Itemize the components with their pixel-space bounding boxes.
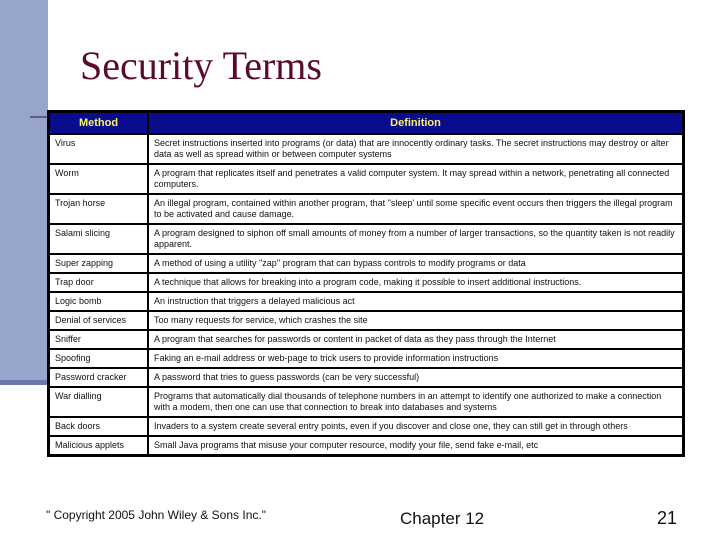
table-row: Password cracker A password that tries to… xyxy=(47,367,685,388)
accent-line xyxy=(30,116,48,118)
copyright-footer: " Copyright 2005 John Wiley & Sons Inc." xyxy=(46,508,266,522)
definition-cell: A method of using a utility "zap'' progr… xyxy=(147,253,685,274)
table-row: Spoofing Faking an e-mail address or web-… xyxy=(47,348,685,369)
definition-cell: A program that replicates itself and pen… xyxy=(147,163,685,195)
table-row: Logic bomb An instruction that triggers a… xyxy=(47,291,685,312)
column-header-method: Method xyxy=(47,110,149,135)
method-cell: Denial of services xyxy=(47,310,149,331)
sidebar-decoration xyxy=(0,0,48,380)
security-terms-table: Method Definition Virus Secret instructio… xyxy=(47,110,685,457)
definition-cell: Secret instructions inserted into progra… xyxy=(147,133,685,165)
table-row: Super zapping A method of using a utility… xyxy=(47,253,685,274)
page-number: 21 xyxy=(657,508,678,528)
method-cell: Trojan horse xyxy=(47,193,149,225)
table-row: Malicious applets Small Java programs tha… xyxy=(47,435,685,457)
method-cell: Back doors xyxy=(47,416,149,437)
slide-title: Security Terms xyxy=(80,43,322,88)
table-row: Virus Secret instructions inserted into p… xyxy=(47,133,685,165)
definition-cell: Small Java programs that misuse your com… xyxy=(147,435,685,457)
table-row: Worm A program that replicates itself and… xyxy=(47,163,685,195)
definition-cell: A program that searches for passwords or… xyxy=(147,329,685,350)
method-cell: Super zapping xyxy=(47,253,149,274)
definition-cell: Too many requests for service, which cra… xyxy=(147,310,685,331)
table-row: Back doors Invaders to a system create se… xyxy=(47,416,685,437)
column-header-definition: Definition xyxy=(147,110,685,135)
table-row: War dialling Programs that automatically … xyxy=(47,386,685,418)
definition-cell: An illegal program, contained within ano… xyxy=(147,193,685,225)
table-row: Trojan horse An illegal program, containe… xyxy=(47,193,685,225)
definition-cell: Faking an e-mail address or web-page to … xyxy=(147,348,685,369)
table-header-row: Method Definition xyxy=(47,110,685,135)
method-cell: Trap door xyxy=(47,272,149,293)
chapter-label: Chapter 12 xyxy=(400,509,485,528)
definition-cell: A password that tries to guess passwords… xyxy=(147,367,685,388)
table-row: Sniffer A program that searches for passw… xyxy=(47,329,685,350)
method-cell: Salami slicing xyxy=(47,223,149,255)
method-cell: Password cracker xyxy=(47,367,149,388)
definition-cell: A technique that allows for breaking int… xyxy=(147,272,685,293)
table-row: Denial of services Too many requests for … xyxy=(47,310,685,331)
table-body: Virus Secret instructions inserted into p… xyxy=(47,133,685,457)
definition-cell: A program designed to siphon off small a… xyxy=(147,223,685,255)
method-cell: Sniffer xyxy=(47,329,149,350)
method-cell: Logic bomb xyxy=(47,291,149,312)
method-cell: Worm xyxy=(47,163,149,195)
table-row: Trap door A technique that allows for bre… xyxy=(47,272,685,293)
definition-cell: Programs that automatically dial thousan… xyxy=(147,386,685,418)
table-row: Salami slicing A program designed to siph… xyxy=(47,223,685,255)
definition-cell: An instruction that triggers a delayed m… xyxy=(147,291,685,312)
method-cell: Virus xyxy=(47,133,149,165)
method-cell: Spoofing xyxy=(47,348,149,369)
method-cell: Malicious applets xyxy=(47,435,149,457)
definition-cell: Invaders to a system create several entr… xyxy=(147,416,685,437)
sidebar-bottom-strip xyxy=(0,380,48,385)
method-cell: War dialling xyxy=(47,386,149,418)
